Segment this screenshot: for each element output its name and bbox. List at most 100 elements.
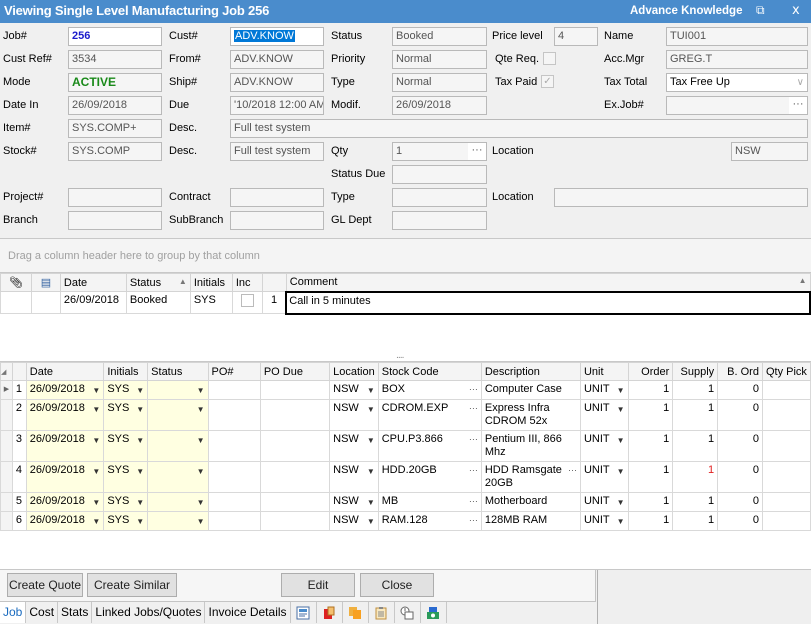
dropdown-arrow-icon[interactable]: ▼ (92, 513, 100, 530)
po-due-cell[interactable] (259, 380, 331, 400)
status-column-header[interactable]: Status (147, 362, 209, 381)
status-cell[interactable]: ▼ (147, 430, 209, 462)
note-comment[interactable]: Call in 5 minutes (285, 290, 811, 315)
date-cell[interactable]: 26/09/2018 ▼ (25, 461, 105, 493)
unit-column-header[interactable]: Unit (579, 362, 629, 381)
dropdown-arrow-icon[interactable]: ▼ (617, 432, 625, 449)
dropdown-arrow-icon[interactable]: ▼ (92, 463, 100, 480)
chevron-down-icon[interactable]: ∨ (797, 74, 804, 91)
dropdown-arrow-icon[interactable]: ▼ (136, 382, 144, 399)
cust-field[interactable]: ADV.KNOW (230, 27, 324, 46)
tab-schedule[interactable] (395, 602, 421, 623)
supply-column-header[interactable]: Supply (672, 362, 719, 381)
initials-cell[interactable]: SYS ▼ (103, 380, 149, 400)
dropdown-arrow-icon[interactable]: ▼ (617, 382, 625, 399)
dropdown-arrow-icon[interactable]: ▼ (367, 432, 375, 449)
tab-job[interactable]: Job (0, 602, 27, 623)
date-cell[interactable]: 26/09/2018 ▼ (25, 492, 105, 512)
comment-column-header[interactable]: Comment ▲ (285, 273, 811, 292)
row-indicator[interactable] (0, 399, 13, 431)
line-item-row[interactable]: 2 26/09/2018 ▼ SYS ▼ ▼ NSW ▼ ··· CDROM.EXP Express… (0, 399, 811, 431)
qte-req-checkbox[interactable] (543, 52, 556, 65)
dropdown-arrow-icon[interactable]: ▼ (136, 432, 144, 449)
qty-pick-cell[interactable] (761, 399, 811, 431)
tab-document[interactable] (317, 602, 343, 623)
branch-field[interactable] (68, 211, 162, 230)
status-cell[interactable]: ▼ (147, 380, 209, 400)
location-cell[interactable]: NSW ▼ (329, 430, 379, 462)
contract-field[interactable] (230, 188, 324, 207)
tab-clipboard[interactable] (369, 602, 395, 623)
po-cell[interactable] (207, 492, 261, 512)
qty-pick-cell[interactable] (761, 511, 811, 531)
ellipsis-icon[interactable]: ··· (468, 143, 486, 160)
status-cell[interactable]: ▼ (147, 399, 209, 431)
order-column-header[interactable]: Order (627, 362, 674, 381)
po-column-header[interactable]: PO# (207, 362, 261, 381)
location-cell[interactable]: NSW ▼ (329, 380, 379, 400)
stock-code-column-header[interactable]: Stock Code (377, 362, 482, 381)
tax-total-select[interactable]: Tax Free Up ∨ (666, 73, 808, 92)
row-indicator[interactable]: ▶ (0, 380, 13, 400)
po-due-cell[interactable] (259, 511, 331, 531)
initials-cell[interactable]: SYS ▼ (103, 430, 149, 462)
stock-code-cell[interactable]: ··· CPU.P3.866 (377, 430, 482, 462)
location-cell[interactable]: NSW ▼ (329, 492, 379, 512)
dropdown-arrow-icon[interactable]: ▼ (136, 494, 144, 511)
date-cell[interactable]: 26/09/2018 ▼ (25, 430, 105, 462)
location-column-header[interactable]: Location (329, 362, 379, 381)
unit-cell[interactable]: UNIT ▼ (579, 492, 629, 512)
qty-pick-cell[interactable] (761, 461, 811, 493)
dropdown-arrow-icon[interactable]: ▼ (197, 401, 205, 418)
date-column-header[interactable]: Date (25, 362, 105, 381)
ellipsis-icon[interactable]: ··· (469, 462, 478, 479)
create-similar-button[interactable]: Create Similar (87, 573, 177, 597)
order-cell[interactable]: 1 (627, 399, 674, 431)
select-all-corner[interactable]: ◢ (0, 362, 13, 381)
supply-cell[interactable]: 1 (672, 430, 719, 462)
po-cell[interactable] (207, 511, 261, 531)
tab-stats[interactable]: Stats (58, 602, 93, 623)
tab-copy[interactable] (343, 602, 369, 623)
stock-code-cell[interactable]: ··· RAM.128 (377, 511, 482, 531)
qty-pick-column-header[interactable]: Qty Pick (761, 362, 811, 381)
row-indicator[interactable] (0, 511, 13, 531)
po-cell[interactable] (207, 399, 261, 431)
dropdown-arrow-icon[interactable]: ▼ (197, 513, 205, 530)
note-row[interactable]: 26/09/2018 Booked SYS 1 Call in 5 minute… (0, 290, 811, 315)
description-cell[interactable]: 128MB RAM (480, 511, 581, 531)
inc-checkbox[interactable] (240, 294, 254, 307)
qty-field[interactable]: 1 ··· (392, 142, 487, 161)
ellipsis-icon[interactable]: ··· (789, 97, 807, 114)
note-column-header[interactable]: ▤ (30, 273, 61, 292)
dropdown-arrow-icon[interactable]: ▼ (367, 401, 375, 418)
date-cell[interactable]: 26/09/2018 ▼ (25, 399, 105, 431)
description-cell[interactable]: Computer Case (480, 380, 581, 400)
location-cell[interactable]: NSW ▼ (329, 511, 379, 531)
dropdown-arrow-icon[interactable]: ▼ (197, 432, 205, 449)
po-cell[interactable] (207, 380, 261, 400)
stock-desc-field[interactable]: Full test system (230, 142, 324, 161)
qty-pick-cell[interactable] (761, 380, 811, 400)
description-cell[interactable]: ··· HDD Ramsgate 20GB (480, 461, 581, 493)
ellipsis-icon[interactable]: ··· (469, 400, 478, 417)
order-cell[interactable]: 1 (627, 461, 674, 493)
item-desc-field[interactable]: Full test system (230, 119, 808, 138)
ellipsis-icon[interactable]: ··· (469, 512, 478, 529)
description-column-header[interactable]: Description (480, 362, 581, 381)
line-item-row[interactable]: 4 26/09/2018 ▼ SYS ▼ ▼ NSW ▼ ··· HDD.20GB ··· HDD R… (0, 461, 811, 493)
priority-field[interactable]: Normal (392, 50, 487, 69)
row-indicator[interactable] (0, 461, 13, 493)
due-field[interactable]: '10/2018 12:00 AM (230, 96, 324, 115)
status-cell[interactable]: ▼ (147, 461, 209, 493)
ellipsis-icon[interactable]: ··· (568, 464, 577, 477)
location-field[interactable]: NSW (731, 142, 808, 161)
supply-cell[interactable]: 1 (672, 380, 719, 400)
unit-cell[interactable]: UNIT ▼ (579, 399, 629, 431)
status-field[interactable]: Booked (392, 27, 487, 46)
location-cell[interactable]: NSW ▼ (329, 461, 379, 493)
order-cell[interactable]: 1 (627, 511, 674, 531)
close-icon[interactable]: x (792, 3, 800, 18)
unit-cell[interactable]: UNIT ▼ (579, 461, 629, 493)
close-button[interactable]: Close (360, 573, 434, 597)
